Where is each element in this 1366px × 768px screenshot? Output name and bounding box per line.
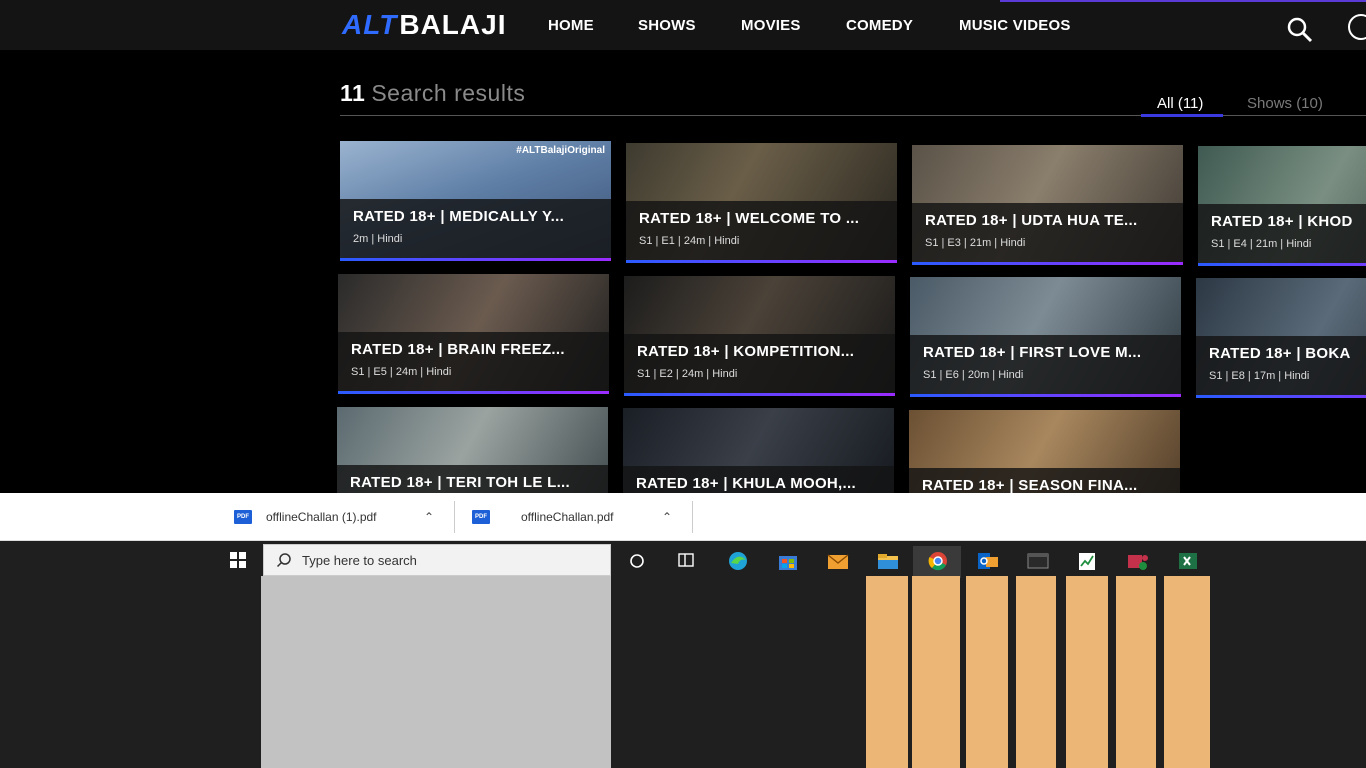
card-progress-bar (338, 391, 609, 394)
card-progress-bar (626, 260, 897, 263)
edge-icon[interactable] (726, 550, 750, 572)
tab-all-underline (1141, 114, 1223, 117)
card-title: RATED 18+ | BOKA (1209, 345, 1351, 362)
card-progress-bar (910, 394, 1181, 397)
results-count: 11 (340, 80, 366, 106)
download-item[interactable]: PDF offlineChallan (1).pdf (234, 493, 377, 541)
results-label: Search results (371, 80, 526, 106)
download-separator (692, 501, 693, 533)
result-card[interactable]: RATED 18+ | WELCOME TO ... S1 | E1 | 24m… (626, 143, 897, 263)
card-title: RATED 18+ | KHOD (1211, 213, 1353, 230)
pdf-icon: PDF (234, 510, 252, 524)
card-meta: 2m | Hindi (353, 233, 403, 245)
pdf-icon: PDF (472, 510, 490, 524)
terminal-icon[interactable] (1026, 550, 1050, 572)
card-progress-bar (624, 393, 895, 396)
taskbar-preview-stripe (1066, 576, 1108, 768)
taskbar (0, 541, 1366, 768)
chevron-up-icon[interactable]: ⌃ (662, 510, 672, 524)
card-title: RATED 18+ | BRAIN FREEZ... (351, 341, 565, 358)
nav-music-videos[interactable]: MUSIC VIDEOS (959, 17, 1071, 34)
card-title: RATED 18+ | WELCOME TO ... (639, 210, 860, 227)
card-title: RATED 18+ | SEASON FINA... (922, 477, 1138, 494)
card-title: RATED 18+ | KHULA MOOH,... (636, 475, 856, 492)
task-view-icon[interactable] (627, 550, 651, 572)
taskbar-preview-stripe (966, 576, 1008, 768)
card-title: RATED 18+ | KOMPETITION... (637, 343, 855, 360)
download-separator (454, 501, 455, 533)
result-card[interactable]: RATED 18+ | BRAIN FREEZ... S1 | E5 | 24m… (338, 274, 609, 394)
card-progress-bar (340, 258, 611, 261)
teams-icon[interactable] (1126, 550, 1150, 572)
search-panel (261, 576, 611, 768)
taskbar-search-input[interactable]: Type here to search (263, 544, 611, 576)
logo-balaji: BALAJI (399, 9, 507, 40)
search-icon (276, 553, 291, 568)
chevron-up-icon[interactable]: ⌃ (424, 510, 434, 524)
chrome-icon[interactable] (926, 550, 950, 572)
altbalaji-logo[interactable]: ALT BALAJI (342, 8, 506, 42)
nav-comedy[interactable]: COMEDY (846, 17, 913, 34)
excel-icon[interactable] (1176, 550, 1200, 572)
result-card[interactable]: RATED 18+ | UDTA HUA TE... S1 | E3 | 21m… (912, 145, 1183, 265)
widgets-icon[interactable] (676, 550, 700, 572)
profile-icon[interactable] (1348, 14, 1366, 40)
taskbar-preview-stripe (912, 576, 960, 768)
screen: ALT BALAJI HOME SHOWS MOVIES COMEDY MUSI… (0, 0, 1366, 768)
search-placeholder: Type here to search (302, 552, 417, 568)
card-meta: S1 | E4 | 21m | Hindi (1211, 238, 1312, 250)
card-meta: S1 | E8 | 17m | Hindi (1209, 370, 1310, 382)
card-title: RATED 18+ | MEDICALLY Y... (353, 208, 565, 225)
card-progress-bar (912, 262, 1183, 265)
card-meta: S1 | E2 | 24m | Hindi (637, 368, 738, 380)
card-meta: S1 | E3 | 21m | Hindi (925, 237, 1026, 249)
taskbar-preview-stripe (1164, 576, 1210, 768)
mail-icon[interactable] (826, 550, 850, 572)
original-tag: #ALTBalajiOriginal (516, 145, 605, 156)
results-heading: 11 Search results (340, 80, 525, 107)
card-meta: S1 | E1 | 24m | Hindi (639, 235, 740, 247)
tab-all[interactable]: All (11) (1157, 95, 1203, 112)
taskbar-preview-stripe (866, 576, 908, 768)
result-card[interactable]: RATED 18+ | KHOD S1 | E4 | 21m | Hindi (1198, 146, 1366, 266)
file-explorer-icon[interactable] (876, 550, 900, 572)
download-item[interactable]: PDF offlineChallan.pdf (472, 493, 614, 541)
windows-start-icon[interactable] (230, 552, 246, 568)
tab-shows[interactable]: Shows (10) (1247, 95, 1323, 112)
outlook-icon[interactable] (976, 550, 1000, 572)
sheets-icon[interactable] (1076, 550, 1100, 572)
card-title: RATED 18+ | UDTA HUA TE... (925, 212, 1138, 229)
card-meta: S1 | E6 | 20m | Hindi (923, 369, 1024, 381)
result-card[interactable]: RATED 18+ | BOKA S1 | E8 | 17m | Hindi (1196, 278, 1366, 398)
nav-shows[interactable]: SHOWS (638, 17, 696, 34)
result-card[interactable]: RATED 18+ | FIRST LOVE M... S1 | E6 | 20… (910, 277, 1181, 397)
download-filename: offlineChallan (1).pdf (266, 510, 377, 524)
card-title: RATED 18+ | TERI TOH LE L... (350, 474, 570, 491)
download-bar: PDF offlineChallan (1).pdf ⌃ PDF offline… (0, 493, 1366, 541)
logo-alt: ALT (342, 9, 398, 40)
download-filename: offlineChallan.pdf (521, 510, 614, 524)
result-card[interactable]: RATED 18+ | KOMPETITION... S1 | E2 | 24m… (624, 276, 895, 396)
card-progress-bar (1196, 395, 1366, 398)
store-icon[interactable] (776, 550, 800, 572)
search-icon[interactable] (1286, 16, 1314, 44)
nav-movies[interactable]: MOVIES (741, 17, 801, 34)
taskbar-preview-stripe (1116, 576, 1156, 768)
taskbar-preview-stripe (1016, 576, 1056, 768)
card-title: RATED 18+ | FIRST LOVE M... (923, 344, 1142, 361)
nav-accent-line (1000, 0, 1366, 2)
nav-home[interactable]: HOME (548, 17, 594, 34)
top-nav: ALT BALAJI HOME SHOWS MOVIES COMEDY MUSI… (0, 0, 1366, 50)
card-progress-bar (1198, 263, 1366, 266)
result-card[interactable]: #ALTBalajiOriginal RATED 18+ | MEDICALLY… (340, 141, 611, 261)
card-meta: S1 | E5 | 24m | Hindi (351, 366, 452, 378)
